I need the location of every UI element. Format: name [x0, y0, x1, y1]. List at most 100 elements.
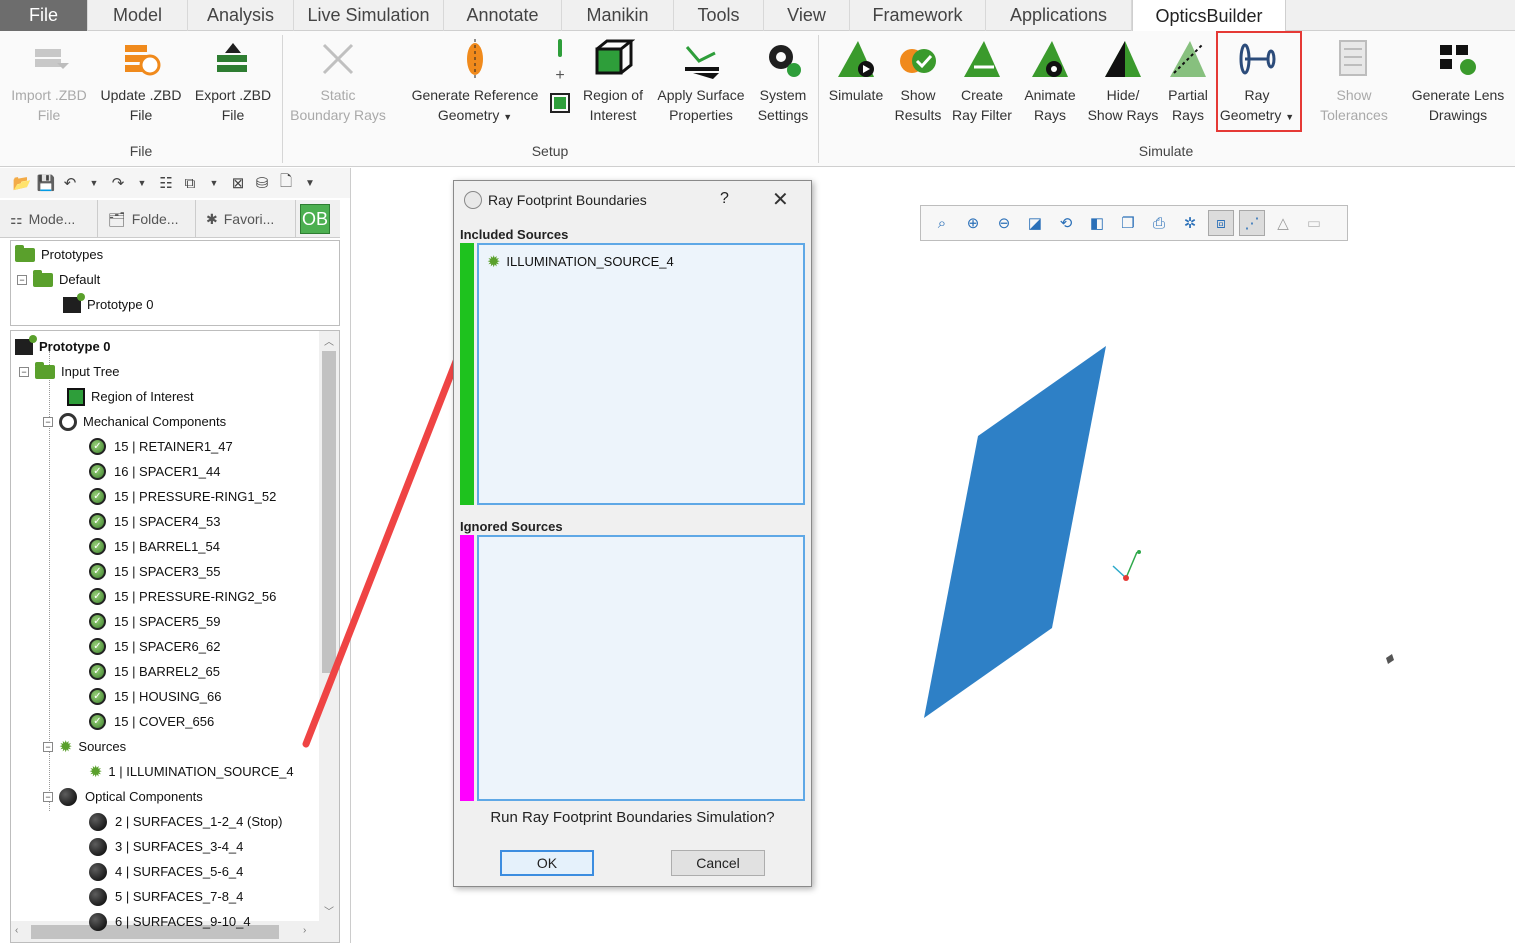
tree-node-optical-item[interactable]: 5 | SURFACES_7-8_4: [89, 884, 243, 909]
zoom-window-icon[interactable]: ◪: [1022, 210, 1048, 236]
tree-node-prototype-0[interactable]: Prototype 0: [63, 292, 154, 317]
tree-node-optical-item[interactable]: 6 | SURFACES_9-10_4: [89, 909, 251, 934]
tree-node-input-tree[interactable]: − Input Tree: [19, 359, 120, 384]
import-zbd-button[interactable]: Import .ZBD File: [6, 37, 92, 125]
tab-model-tree[interactable]: ⚏ Mode...: [0, 200, 98, 238]
tab-favorites[interactable]: ✱ Favori...: [196, 200, 296, 238]
tree-node-mechanical-item[interactable]: ✓ 15 | PRESSURE-RING1_52: [89, 484, 276, 509]
included-sources-list[interactable]: ✹ ILLUMINATION_SOURCE_4: [477, 243, 805, 505]
ok-button[interactable]: OK: [500, 850, 594, 876]
close-views-icon[interactable]: ⊠: [228, 173, 248, 193]
export-zbd-button[interactable]: Export .ZBD File: [190, 37, 276, 125]
tree-node-prototype-root[interactable]: Prototype 0: [15, 334, 111, 359]
scroll-up-icon[interactable]: ︿: [319, 333, 339, 348]
undo-icon[interactable]: ↶: [60, 173, 80, 193]
tree-node-mechanical-item[interactable]: ✓ 15 | SPACER5_59: [89, 609, 220, 634]
line-icon[interactable]: [558, 39, 562, 57]
rotate-icon[interactable]: ⟲: [1053, 210, 1079, 236]
collapse-icon[interactable]: −: [43, 741, 53, 752]
collapse-icon[interactable]: −: [17, 274, 27, 285]
tree-node-sources[interactable]: − ✹ Sources: [43, 734, 126, 759]
collapse-icon[interactable]: −: [43, 791, 53, 802]
customize-dropdown-icon[interactable]: ▼: [300, 173, 320, 193]
window-icon[interactable]: ⧉: [180, 173, 200, 193]
triangle-icon[interactable]: △: [1270, 210, 1296, 236]
tree-node-region[interactable]: Region of Interest: [67, 384, 194, 409]
tab-applications[interactable]: Applications: [986, 0, 1132, 31]
scroll-left-icon[interactable]: ‹: [15, 925, 18, 936]
tab-opticsbuilder[interactable]: OpticsBuilder: [1132, 0, 1286, 32]
shaded-view-icon[interactable]: ◧: [1084, 210, 1110, 236]
cancel-button[interactable]: Cancel: [671, 850, 765, 876]
close-button[interactable]: ✕: [772, 187, 789, 212]
tree-node-source-item[interactable]: ✹ 1 | ILLUMINATION_SOURCE_4: [89, 759, 294, 784]
tree-node-optical[interactable]: − Optical Components: [43, 784, 203, 809]
tree-node-mechanical-item[interactable]: ✓ 15 | SPACER3_55: [89, 559, 220, 584]
show-results-button[interactable]: Show Results: [890, 37, 946, 125]
zoom-in-icon[interactable]: ⊕: [960, 210, 986, 236]
teapot-icon[interactable]: ⛁: [252, 173, 272, 193]
eraser-icon[interactable]: ▭: [1301, 210, 1327, 236]
clipping-icon[interactable]: ⧈: [1208, 210, 1234, 236]
zoom-out-icon[interactable]: ⊖: [991, 210, 1017, 236]
simulate-button[interactable]: Simulate: [824, 37, 888, 105]
ignored-sources-list[interactable]: [477, 535, 805, 801]
tab-live-simulation[interactable]: Live Simulation: [294, 0, 444, 31]
tab-file[interactable]: File: [0, 0, 88, 31]
tree-node-mechanical-item[interactable]: ✓ 15 | SPACER6_62: [89, 634, 220, 659]
apply-surface-properties-button[interactable]: Apply Surface Properties: [652, 37, 750, 125]
partial-rays-button[interactable]: Partial Rays: [1164, 37, 1212, 125]
help-button[interactable]: ?: [720, 190, 729, 208]
open-folder-icon[interactable]: 📂: [12, 173, 32, 193]
ray-trace-icon[interactable]: ⋰: [1239, 210, 1265, 236]
tree-node-mechanical-item[interactable]: ✓ 15 | SPACER4_53: [89, 509, 220, 534]
tree-node-mechanical-item[interactable]: ✓ 15 | BARREL2_65: [89, 659, 220, 684]
list-item[interactable]: ✹ ILLUMINATION_SOURCE_4: [487, 249, 674, 274]
tree-icon[interactable]: ☷: [156, 173, 176, 193]
system-settings-button[interactable]: System Settings: [754, 37, 812, 125]
show-tolerances-button[interactable]: Show Tolerances: [1314, 37, 1394, 125]
tree-node-mechanical-item[interactable]: ✓ 15 | COVER_656: [89, 709, 214, 734]
save-icon[interactable]: 💾: [36, 173, 56, 193]
scroll-right-icon[interactable]: ›: [303, 925, 306, 936]
tab-model[interactable]: Model: [88, 0, 188, 31]
tree-node-default[interactable]: − Default: [17, 267, 100, 292]
tree-scrollbar[interactable]: ︿ ﹀: [319, 331, 339, 921]
tree-node-optical-item[interactable]: 4 | SURFACES_5-6_4: [89, 859, 243, 884]
tree-node-mechanical-item[interactable]: ✓ 15 | BARREL1_54: [89, 534, 220, 559]
tab-framework[interactable]: Framework: [850, 0, 986, 31]
tree-node-mechanical-item[interactable]: ✓ 15 | RETAINER1_47: [89, 434, 233, 459]
tab-annotate[interactable]: Annotate: [444, 0, 562, 31]
hide-show-rays-button[interactable]: Hide/ Show Rays: [1084, 37, 1162, 125]
collapse-icon[interactable]: −: [19, 366, 29, 377]
static-boundary-rays-button[interactable]: Static Boundary Rays: [288, 37, 388, 125]
tree-node-mechanical-item[interactable]: ✓ 15 | PRESSURE-RING2_56: [89, 584, 276, 609]
tree-node-prototypes[interactable]: Prototypes: [15, 242, 103, 267]
collapse-icon[interactable]: −: [43, 416, 53, 427]
update-zbd-button[interactable]: Update .ZBD File: [96, 37, 186, 125]
tree-node-optical-item[interactable]: 2 | SURFACES_1-2_4 (Stop): [89, 809, 282, 834]
generate-reference-geometry-button[interactable]: Generate Reference Geometry ▼: [404, 37, 546, 127]
animate-rays-button[interactable]: Animate Rays: [1018, 37, 1082, 125]
add-point-icon[interactable]: +: [548, 67, 572, 85]
tab-analysis[interactable]: Analysis: [188, 0, 294, 31]
new-document-icon[interactable]: 🗋: [276, 173, 296, 193]
light-icon[interactable]: ✲: [1177, 210, 1203, 236]
tree-node-optical-item[interactable]: 3 | SURFACES_3-4_4: [89, 834, 243, 859]
window-dropdown-icon[interactable]: ▼: [204, 173, 224, 193]
redo-dropdown-icon[interactable]: ▼: [132, 173, 152, 193]
tree-node-mechanical-item[interactable]: ✓ 16 | SPACER1_44: [89, 459, 220, 484]
box-icon[interactable]: [550, 93, 570, 113]
scroll-down-icon[interactable]: ﹀: [319, 903, 339, 918]
tab-opticsbuilder-panel[interactable]: OB: [300, 204, 330, 234]
region-of-interest-button[interactable]: Region of Interest: [576, 37, 650, 125]
tree-node-mechanical-item[interactable]: ✓ 15 | HOUSING_66: [89, 684, 221, 709]
zoom-fit-icon[interactable]: ⌕: [929, 210, 955, 236]
render-icon[interactable]: ❐: [1115, 210, 1141, 236]
camera-icon[interactable]: ⎙: [1146, 210, 1172, 236]
tab-folders[interactable]: 🗂 Folde...: [98, 200, 196, 238]
tree-node-mechanical[interactable]: − Mechanical Components: [43, 409, 226, 434]
tab-tools[interactable]: Tools: [674, 0, 764, 31]
tab-view[interactable]: View: [764, 0, 850, 31]
create-ray-filter-button[interactable]: Create Ray Filter: [948, 37, 1016, 125]
